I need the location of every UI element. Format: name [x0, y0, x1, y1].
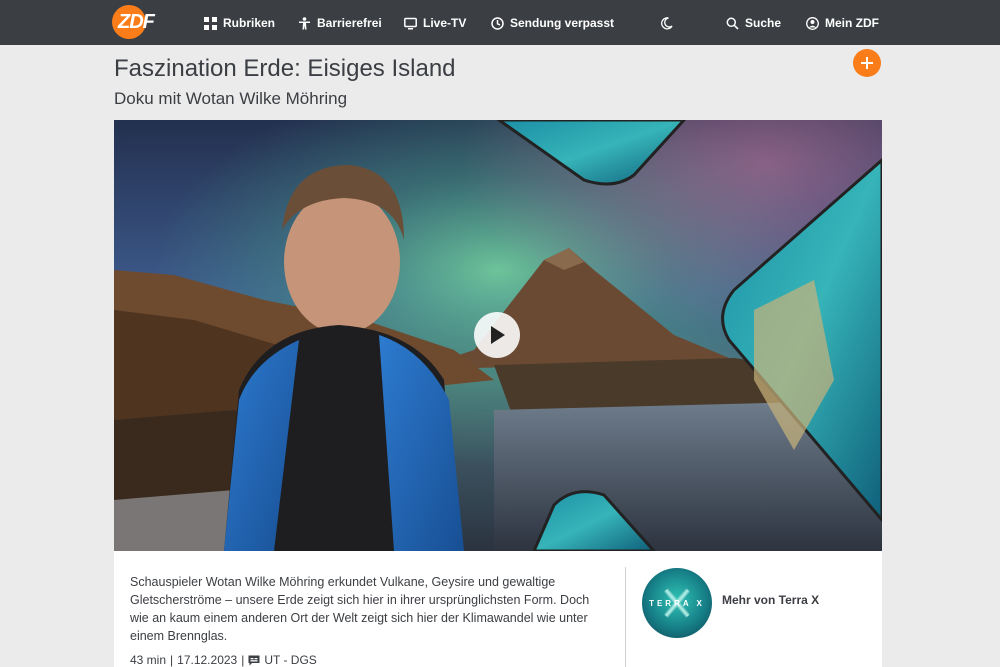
account-label: Mein ZDF: [825, 16, 879, 30]
subtitles-icon: [248, 655, 260, 665]
nav-item-sendung-verpasst[interactable]: Sendung verpasst: [491, 14, 614, 32]
search-label: Suche: [745, 16, 782, 30]
search-button[interactable]: Suche: [726, 14, 781, 32]
moon-icon: [661, 16, 673, 29]
air-date: 17.12.2023: [177, 653, 238, 667]
episode-description: Schauspieler Wotan Wilke Möhring erkunde…: [130, 575, 590, 643]
account-button[interactable]: Mein ZDF: [806, 14, 879, 32]
meta-separator: |: [170, 653, 174, 667]
terra-x-logo[interactable]: TERRA X: [642, 568, 712, 638]
page-title: Faszination Erde: Eisiges Island: [114, 55, 456, 82]
terra-x-logo-text: TERRA X: [649, 599, 705, 608]
accessibility-options: UT - DGS: [264, 653, 317, 667]
zdf-logo[interactable]: ZDF: [112, 5, 174, 39]
nav-item-label: Sendung verpasst: [510, 16, 615, 30]
add-to-list-button[interactable]: [853, 49, 881, 77]
logo-text: ZDF: [118, 11, 155, 33]
tv-icon: [404, 17, 417, 29]
page-subtitle: Doku mit Wotan Wilke Möhring: [114, 89, 348, 108]
more-from-terra-x-link[interactable]: Mehr von Terra X: [722, 593, 819, 607]
nav-item-label: Barrierefrei: [317, 16, 382, 30]
nav-item-barrierefrei[interactable]: Barrierefrei: [298, 14, 382, 32]
divider: [625, 567, 626, 667]
nav-item-label: Live-TV: [423, 16, 467, 30]
nav-item-label: Rubriken: [223, 16, 276, 30]
video-player[interactable]: [114, 120, 882, 551]
duration: 43 min: [130, 653, 167, 667]
grid-icon: [204, 16, 217, 30]
top-navigation: ZDF Rubriken Barrierefrei Live-TV Sendun…: [0, 0, 1000, 45]
terra-x-emblem: TERRA X: [649, 588, 705, 618]
search-icon: [726, 17, 739, 30]
nav-item-rubriken[interactable]: Rubriken: [204, 14, 275, 32]
user-icon: [806, 16, 819, 30]
theme-toggle-button[interactable]: [660, 14, 673, 32]
nav-item-live-tv[interactable]: Live-TV: [404, 14, 466, 32]
meta-separator: |: [241, 653, 245, 667]
clock-icon: [491, 16, 504, 30]
plus-icon: [861, 57, 873, 69]
play-button[interactable]: [474, 312, 520, 358]
episode-meta: 43 min | 17.12.2023 | UT - DGS: [130, 653, 317, 667]
info-panel: Schauspieler Wotan Wilke Möhring erkunde…: [114, 551, 882, 667]
accessibility-icon: [299, 16, 310, 29]
play-icon: [491, 326, 505, 344]
